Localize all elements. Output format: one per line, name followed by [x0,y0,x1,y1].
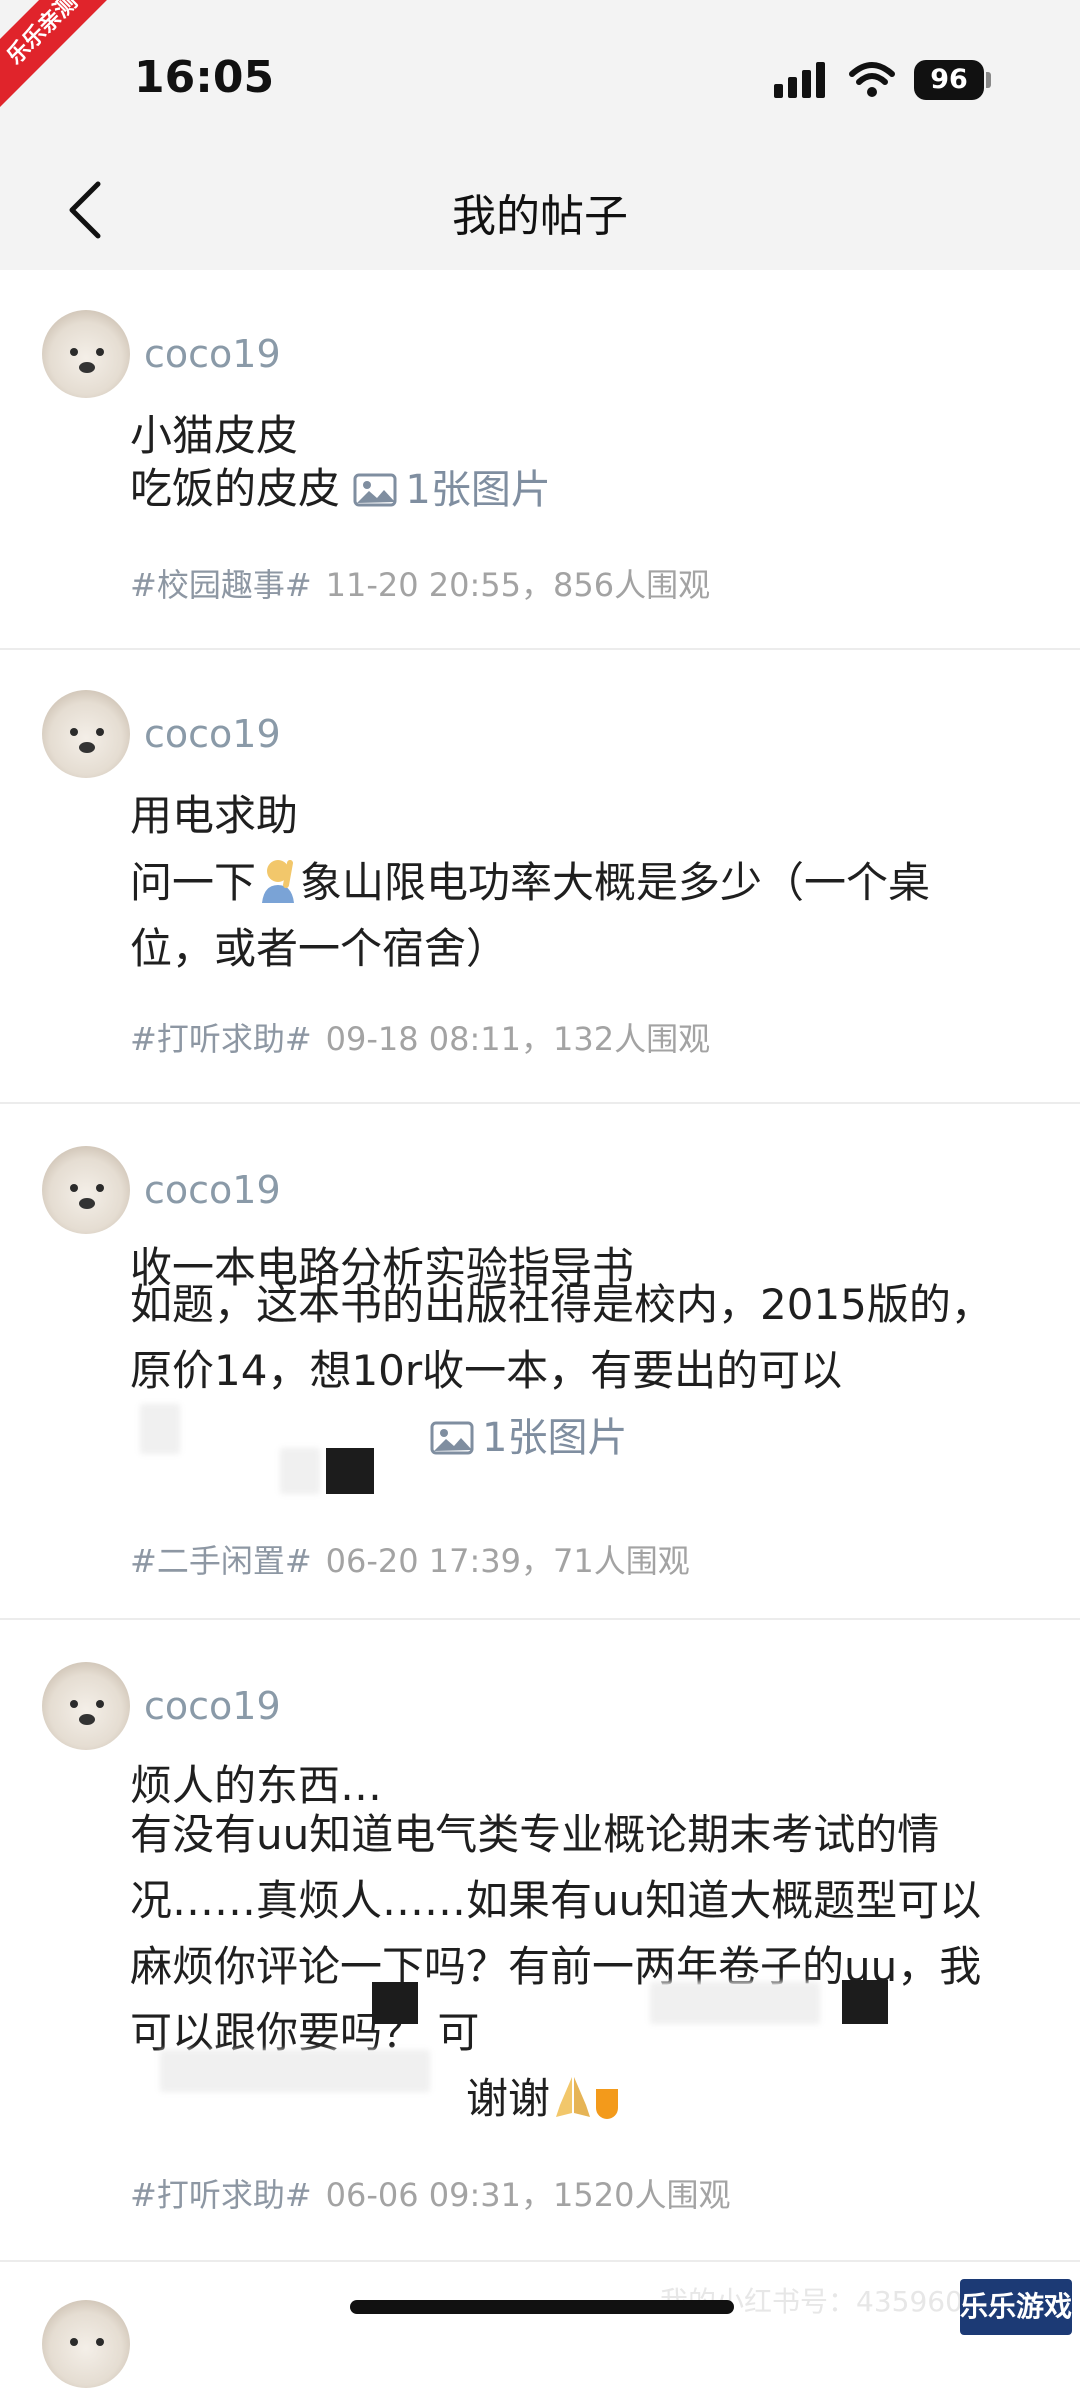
post-time-views: 06-20 17:39，71人围观 [325,1542,690,1580]
post-card-4[interactable]: coco19 烦人的东西… 有没有uu知道电气类专业概论期末考试的情 况……真烦… [0,1620,1080,2260]
username[interactable]: coco19 [144,712,281,756]
post-body-line: 原价14，想10r收一本，有要出的可以 [130,1346,843,1395]
nav-bar: 我的帖子 [0,150,1080,270]
signal-icon [774,62,825,98]
status-bar: 乐乐亲测 16:05 96 [0,0,1080,150]
avatar[interactable] [42,1146,130,1234]
post-time-views: 06-06 09:31，1520人围观 [325,2176,731,2214]
post-body: 问一下 象山限电功率大概是多少（一个桌 位，或者一个宿舍） [130,850,1050,982]
redaction-mosaic [842,1980,888,2024]
post-body-line: 问一下 象山限电功率大概是多少（一个桌 [130,850,1050,916]
username[interactable]: coco19 [144,1168,281,1212]
post-body-line: 麻烦你评论一下吗？有前一两年卷子的uu，我 [130,1934,1050,2000]
topic-tag[interactable]: #打听求助# [130,1020,312,1058]
post-card-2[interactable]: coco19 用电求助 问一下 象山限电功率大概是多少（一个桌 位，或者一个宿舍… [0,650,1080,1102]
redaction-mosaic [140,1404,180,1454]
wifi-icon [849,62,895,97]
image-count-link[interactable]: 1张图片 [353,467,551,513]
redaction-mosaic [160,2050,430,2092]
image-icon [353,473,397,507]
post-card-1[interactable]: coco19 小猫皮皮 吃饭的皮皮 1张图片 #校园趣事# 11-20 20:55… [0,270,1080,648]
post-body: 如题，这本书的出版社得是校内，2015版的， 原价14，想10r收一本，有要出的… [130,1272,1050,1471]
orange-emoji-icon [596,2089,619,2119]
avatar[interactable] [42,310,130,398]
post-body-text: 问一下 [130,858,257,907]
image-count-link[interactable]: 1张图片 [430,1415,627,1461]
username[interactable]: coco19 [144,332,281,376]
post-body-line: 况……真烦人……如果有uu知道大概题型可以 [130,1876,982,1925]
redaction-mosaic [650,1982,820,2024]
battery-icon: 96 [914,60,984,100]
status-time: 16:05 [134,52,275,103]
username[interactable]: coco19 [144,1684,281,1728]
avatar[interactable] [42,2300,130,2388]
post-time-views: 09-18 08:11，132人围观 [325,1020,711,1058]
post-body-text: 谢谢 [466,2074,551,2123]
topic-tag[interactable]: #打听求助# [130,2176,312,2214]
post-body-line: 有没有uu知道电气类专业概论期末考试的情 [130,1810,940,1859]
post-meta: #校园趣事# 11-20 20:55，856人围观 [130,560,710,606]
post-meta: #打听求助# 09-18 08:11，132人围观 [130,1014,710,1060]
watermark-logo: 乐乐游戏 [960,2279,1072,2335]
image-count-text: 1张图片 [405,467,551,513]
post-body-text: 吃饭的皮皮 [130,464,341,513]
post-card-3[interactable]: coco19 收一本电路分析实验指导书 如题，这本书的出版社得是校内，2015版… [0,1104,1080,1618]
post-body-line: 位，或者一个宿舍） [130,924,509,973]
post-time-views: 11-20 20:55，856人围观 [325,566,711,604]
post-meta: #二手闲置# 06-20 17:39，71人围观 [130,1536,690,1582]
post-title: 用电求助 [130,791,299,840]
corner-badge: 乐乐亲测 [0,0,121,108]
image-icon [430,1421,474,1455]
image-count-text: 1张图片 [482,1415,628,1461]
redaction-mosaic [372,1982,418,2024]
person-raising-hand-emoji-icon [262,860,295,903]
topic-tag[interactable]: #校园趣事# [130,566,312,604]
page-title: 我的帖子 [452,191,628,242]
avatar[interactable] [42,1662,130,1750]
post-title: 小猫皮皮 [130,411,299,460]
post-body-text: 象山限电功率大概是多少（一个桌 [300,858,931,907]
post-meta: #打听求助# 06-06 09:31，1520人围观 [130,2170,730,2216]
post-body-line: 如题，这本书的出版社得是校内，2015版的， [130,1280,993,1329]
post-body-line: 1张图片 [130,1404,1050,1471]
redaction-mosaic [280,1448,320,1494]
battery-tip [986,72,991,88]
post-body: 吃饭的皮皮 1张图片 [130,456,1050,523]
divider [0,2260,1080,2262]
folded-hands-emoji-icon [556,2077,591,2117]
home-indicator[interactable] [350,2300,734,2314]
topic-tag[interactable]: #二手闲置# [130,1542,312,1580]
redaction-mosaic [326,1448,374,1494]
avatar[interactable] [42,690,130,778]
